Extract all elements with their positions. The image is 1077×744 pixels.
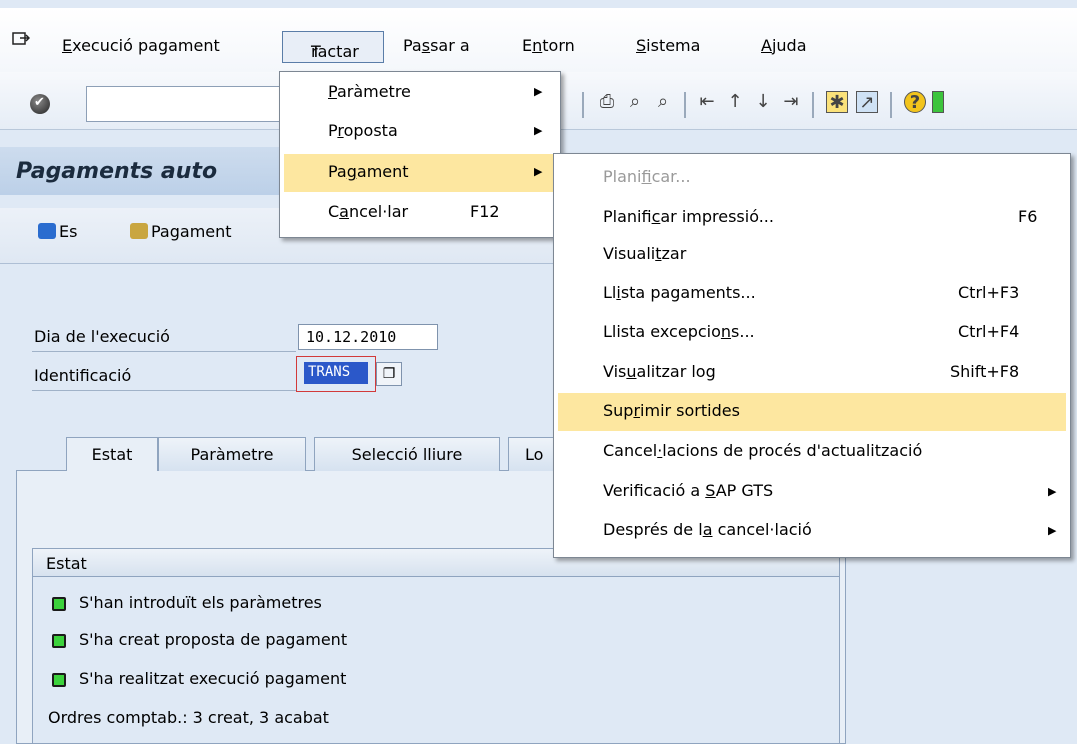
new-session-icon[interactable]: ✱ — [826, 91, 848, 113]
payment-icon — [130, 223, 148, 239]
tab-seleccio-lliure[interactable]: Selecció lliure — [314, 437, 500, 471]
layout-icon[interactable] — [932, 91, 944, 113]
menu-ajuda[interactable]: Ajuda — [761, 36, 807, 55]
menu-exit-icon[interactable] — [12, 32, 30, 46]
status-line: S'han introduït els paràmetres — [79, 593, 322, 612]
status-summary: Ordres comptab.: 3 creat, 3 acabat — [48, 708, 329, 727]
menu-tractar[interactable]: Tractar — [282, 31, 384, 63]
label-underline — [32, 351, 296, 352]
menu-sistema[interactable]: Sistema — [636, 36, 700, 55]
menu-item-llista-excepcions[interactable]: Llista excepcions... — [603, 322, 755, 341]
copy-icon[interactable]: ❐ — [376, 362, 402, 386]
pagament-submenu: Planificar... Planificar impressió... F6… — [553, 153, 1071, 558]
menu-passar-a[interactable]: Passar a — [403, 36, 470, 55]
shortcut-f12: F12 — [470, 202, 500, 221]
menu-item-cancellacions-actualitzacio[interactable]: Cancel·lacions de procés d'actualització — [603, 441, 922, 460]
page-title: Pagaments auto — [16, 159, 218, 184]
identification-label: Identificació — [34, 366, 132, 385]
enter-check-icon[interactable] — [30, 94, 50, 114]
menu-item-highlight — [284, 154, 556, 192]
tab-estat[interactable]: Estat — [66, 437, 158, 471]
menu-item-despres-cancellacio[interactable]: Després de la cancel·lació — [603, 520, 812, 539]
menu-item-proposta[interactable]: Proposta — [328, 121, 398, 140]
toolbar-separator — [684, 92, 686, 118]
submenu-arrow-icon: ▶ — [1048, 485, 1057, 498]
toolbar-separator — [582, 92, 584, 118]
status-line: S'ha realitzat execució pagament — [79, 669, 347, 688]
find-icon[interactable]: ⌕ — [624, 91, 646, 113]
command-field[interactable] — [86, 86, 286, 122]
find-next-icon[interactable]: ⌕ — [652, 91, 674, 113]
green-led-icon — [52, 634, 66, 648]
identification-field[interactable]: TRANS — [304, 362, 368, 384]
tractar-menu: Paràmetre ▶ Proposta ▶ Pagament ▶ Cancel… — [279, 71, 561, 238]
shortcut-icon[interactable]: ↗ — [856, 91, 878, 113]
tab-parametre[interactable]: Paràmetre — [158, 437, 306, 471]
first-page-icon[interactable]: ⇤ — [696, 91, 718, 113]
date-label: Dia de l'execució — [34, 327, 170, 346]
shortcut-ctrl-f4: Ctrl+F4 — [958, 322, 1020, 341]
menu-item-verificacio-sap-gts[interactable]: Verificació a SAP GTS — [603, 481, 773, 500]
menu-item-suprimir-sortides[interactable]: Suprimir sortides — [603, 401, 740, 420]
status-title: Estat — [46, 554, 87, 573]
menu-item-visualitzar-log[interactable]: Visualitzar log — [603, 362, 716, 381]
last-page-icon[interactable]: ⇥ — [780, 91, 802, 113]
refresh-icon — [38, 223, 56, 239]
status-line: S'ha creat proposta de pagament — [79, 630, 348, 649]
submenu-arrow-icon: ▶ — [1048, 524, 1057, 537]
es-button[interactable]: Es — [38, 222, 77, 241]
shortcut-f6: F6 — [1018, 207, 1038, 226]
toolbar-separator — [812, 92, 814, 118]
menu-item-llista-pagaments[interactable]: Llista pagaments... — [603, 283, 756, 302]
next-page-icon[interactable]: ↓ — [752, 91, 774, 113]
pagament-button[interactable]: Pagament — [130, 222, 232, 241]
help-icon[interactable]: ? — [904, 91, 926, 113]
menu-entorn[interactable]: Entorn — [522, 36, 575, 55]
green-led-icon — [52, 673, 66, 687]
menu-execucio-pagament[interactable]: Execució pagament — [62, 36, 220, 55]
shortcut-ctrl-f3: Ctrl+F3 — [958, 283, 1020, 302]
submenu-arrow-icon: ▶ — [534, 85, 543, 98]
execution-date-field[interactable]: 10.12.2010 — [298, 324, 438, 350]
menu-item-planificar-impressio[interactable]: Planificar impressió... — [603, 207, 774, 226]
previous-page-icon[interactable]: ↑ — [724, 91, 746, 113]
menu-item-cancellar[interactable]: Cancel·lar — [328, 202, 408, 221]
submenu-arrow-icon: ▶ — [534, 124, 543, 137]
print-icon[interactable]: ⎙ — [596, 91, 618, 113]
label-underline — [32, 390, 296, 391]
shortcut-shift-f8: Shift+F8 — [950, 362, 1020, 381]
toolbar-separator — [890, 92, 892, 118]
green-led-icon — [52, 597, 66, 611]
menu-item-parametre[interactable]: Paràmetre — [328, 82, 411, 101]
menu-item-planificar[interactable]: Planificar... — [603, 167, 691, 186]
submenu-arrow-icon: ▶ — [534, 165, 543, 178]
menu-item-visualitzar[interactable]: Visualitzar — [603, 244, 686, 263]
menu-item-pagament[interactable]: Pagament — [328, 162, 409, 181]
